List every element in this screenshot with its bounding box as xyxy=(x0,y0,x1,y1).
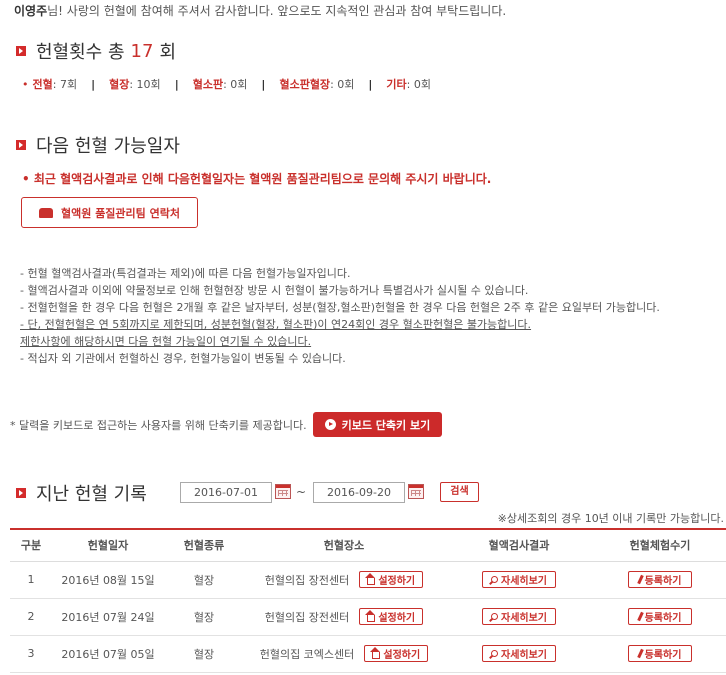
view-detail-button[interactable]: 자세히보기 xyxy=(482,645,556,662)
greeting-message: 님! 사랑의 헌혈에 참여해 주셔서 감사합니다. 앞으로도 지속적인 관심과 … xyxy=(47,4,507,18)
greeting: 이영주님! 사랑의 헌혈에 참여해 주셔서 감사합니다. 앞으로도 지속적인 관… xyxy=(14,2,506,19)
phone-icon xyxy=(39,207,53,218)
magnifier-icon xyxy=(491,650,498,657)
column-header: 구분 xyxy=(10,528,52,562)
info-line: 제한사항에 해당하시면 다음 헌혈 가능일이 연기될 수 있습니다. xyxy=(20,335,312,348)
column-header: 헌혈일자 xyxy=(52,528,164,562)
home-icon xyxy=(365,572,376,585)
date-from-input[interactable]: 2016-07-01 xyxy=(180,482,272,503)
column-header: 헌혈장소 xyxy=(244,528,444,562)
total-suffix: 회 xyxy=(159,42,176,63)
pencil-icon xyxy=(636,648,644,659)
history-title-text: 지난 헌혈 기록 xyxy=(36,484,147,505)
summary-label: 혈소판혈장 xyxy=(279,78,331,91)
keyboard-shortcut-button[interactable]: 키보드 단축키 보기 xyxy=(312,412,443,437)
column-header: 헌혈체험수기 xyxy=(594,528,726,562)
user-name: 이영주 xyxy=(14,4,48,18)
donation-date: 2016년 07월 24일 xyxy=(52,598,164,636)
donation-type: 혈장 xyxy=(164,635,244,673)
row-number: 1 xyxy=(10,561,52,599)
contact-button-label: 혈액원 품질관리팀 연락처 xyxy=(61,206,180,220)
donation-place: 헌혈의집 장전센터 xyxy=(264,573,350,587)
history-table: 구분 헌혈일자 헌혈종류 헌혈장소 혈액검사결과 헌혈체험수기 1 2016년 … xyxy=(10,528,726,673)
info-line: - 단, 전혈헌혈은 연 5회까지로 제한되며, 성분헌혈(혈장, 혈소판)이 … xyxy=(20,318,532,331)
row-number: 2 xyxy=(10,598,52,636)
donation-place: 헌혈의집 장전센터 xyxy=(264,610,350,624)
history-title: 지난 헌혈 기록 xyxy=(16,480,147,506)
summary-label: 혈소판 xyxy=(192,78,224,91)
total-prefix: 헌혈횟수 총 xyxy=(36,42,125,63)
total-count: 17 xyxy=(130,40,154,62)
search-button[interactable]: 검색 xyxy=(440,482,479,502)
summary-label: 전혈 xyxy=(32,78,53,91)
row-number: 3 xyxy=(10,635,52,673)
quality-team-contact-button[interactable]: 혈액원 품질관리팀 연락처 xyxy=(21,197,198,228)
summary-value: : 10회 xyxy=(129,78,161,91)
history-note: ※상세조회의 경우 10년 이내 기록만 가능합니다. xyxy=(497,512,724,525)
set-place-button[interactable]: 설정하기 xyxy=(359,571,424,588)
set-place-button[interactable]: 설정하기 xyxy=(359,608,424,625)
view-detail-button[interactable]: 자세히보기 xyxy=(482,608,556,625)
table-row: 3 2016년 07월 05일 혈장 헌혈의집 코엑스센터 설정하기 자세히보기 … xyxy=(10,635,726,673)
summary-value: : 0회 xyxy=(330,78,355,91)
section-bullet-icon xyxy=(16,488,26,498)
column-header: 헌혈종류 xyxy=(164,528,244,562)
summary-value: : 0회 xyxy=(406,78,431,91)
donation-date: 2016년 08월 15일 xyxy=(52,561,164,599)
section-bullet-icon xyxy=(16,46,26,56)
keyboard-shortcut-row: * 달력을 키보드로 접근하는 사용자를 위해 단축키를 제공합니다. 키보드 … xyxy=(10,412,443,437)
home-icon xyxy=(365,609,376,622)
magnifier-icon xyxy=(491,613,498,620)
magnifier-icon xyxy=(491,576,498,583)
next-title-text: 다음 헌혈 가능일자 xyxy=(36,136,180,157)
view-detail-button[interactable]: 자세히보기 xyxy=(482,571,556,588)
calendar-icon[interactable] xyxy=(408,484,424,499)
donation-type: 혈장 xyxy=(164,561,244,599)
table-row: 1 2016년 08월 15일 혈장 헌혈의집 장전센터 설정하기 자세히보기 등… xyxy=(10,561,726,599)
pencil-icon xyxy=(636,611,644,622)
info-list: - 헌혈 혈액검사결과(특검결과는 제외)에 따른 다음 헌혈가능일자입니다. … xyxy=(20,265,710,367)
donation-place: 헌혈의집 코엑스센터 xyxy=(259,647,355,661)
keyboard-note: * 달력을 키보드로 접근하는 사용자를 위해 단축키를 제공합니다. xyxy=(10,418,307,432)
pencil-icon xyxy=(636,574,644,585)
calendar-icon[interactable] xyxy=(275,484,291,499)
summary-value: : 7회 xyxy=(52,78,78,91)
column-header: 혈액검사결과 xyxy=(444,528,594,562)
section-bullet-icon xyxy=(16,140,26,150)
summary-label: 혈장 xyxy=(109,78,130,91)
total-count-title: 헌혈횟수 총 17 회 xyxy=(16,38,176,64)
register-review-button[interactable]: 등록하기 xyxy=(628,608,692,625)
info-line: - 혈액검사결과 이외에 약물정보로 인해 헌혈현장 방문 시 헌혈이 불가능하… xyxy=(20,284,529,297)
donation-date: 2016년 07월 05일 xyxy=(52,635,164,673)
summary-label: 기타 xyxy=(386,78,407,91)
home-icon xyxy=(370,646,381,659)
date-range-separator: ~ xyxy=(296,485,307,499)
keyboard-button-label: 키보드 단축키 보기 xyxy=(341,418,431,432)
info-line: - 헌혈 혈액검사결과(특검결과는 제외)에 따른 다음 헌혈가능일자입니다. xyxy=(20,267,351,280)
table-row: 2 2016년 07월 24일 혈장 헌혈의집 장전센터 설정하기 자세히보기 등… xyxy=(10,598,726,636)
play-icon xyxy=(324,419,336,430)
date-to-input[interactable]: 2016-09-20 xyxy=(313,482,405,503)
donation-type: 혈장 xyxy=(164,598,244,636)
next-donation-notice: • 최근 혈액검사결과로 인해 다음헌혈일자는 혈액원 품질관리팀으로 문의해 … xyxy=(22,172,492,186)
register-review-button[interactable]: 등록하기 xyxy=(628,571,692,588)
info-line: - 적십자 외 기관에서 헌혈하신 경우, 헌혈가능일이 변동될 수 있습니다. xyxy=(20,352,346,365)
next-donation-title: 다음 헌혈 가능일자 xyxy=(16,132,180,158)
set-place-button[interactable]: 설정하기 xyxy=(364,645,429,662)
table-header-row: 구분 헌혈일자 헌혈종류 헌혈장소 혈액검사결과 헌혈체험수기 xyxy=(10,528,726,562)
summary-value: : 0회 xyxy=(223,78,248,91)
info-line: - 전혈헌혈을 한 경우 다음 헌혈은 2개월 후 같은 날자부터, 성분(혈장… xyxy=(20,301,660,314)
donation-summary: • 전혈: 7회 | 혈장: 10회 | 혈소판: 0회 | 혈소판혈장: 0회… xyxy=(22,77,431,92)
register-review-button[interactable]: 등록하기 xyxy=(628,645,692,662)
